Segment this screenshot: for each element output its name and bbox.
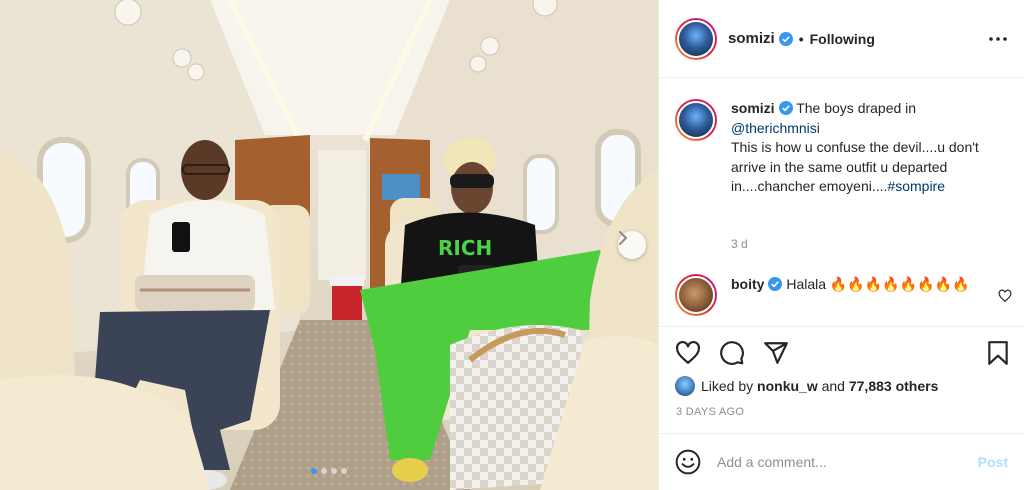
caption-body: somizi The boys draped in @therichmnisi … — [731, 99, 991, 197]
heart-icon[interactable] — [675, 340, 701, 366]
post-details-panel: somizi • Following somizi The boys drape… — [658, 0, 1024, 490]
post-date[interactable]: 3 DAYS AGO — [676, 406, 744, 418]
commenter-username[interactable]: boity — [731, 276, 764, 292]
share-icon[interactable] — [763, 340, 789, 366]
following-button[interactable]: Following — [810, 31, 875, 47]
carousel-indicator — [0, 468, 658, 474]
comment-like-heart-icon[interactable] — [998, 289, 1012, 303]
carousel-dot-2 — [321, 468, 327, 474]
liked-by-username[interactable]: nonku_w — [757, 378, 818, 394]
liked-by-avatar[interactable] — [675, 376, 695, 396]
add-comment-bar: Post — [659, 433, 1024, 490]
author-username[interactable]: somizi — [728, 30, 775, 47]
bookmark-icon[interactable] — [985, 340, 1011, 366]
author-avatar[interactable] — [675, 17, 717, 60]
caption-author-username[interactable]: somizi — [731, 100, 775, 116]
next-arrow-icon — [618, 231, 628, 245]
comment-text: Halala 🔥🔥🔥🔥🔥🔥🔥🔥 — [786, 276, 970, 292]
comment-input[interactable] — [717, 454, 978, 470]
more-options-button[interactable] — [986, 27, 1010, 51]
commenter-avatar[interactable] — [675, 274, 717, 316]
likes-summary: Liked by nonku_w and 77,883 others — [675, 376, 938, 396]
caption-hashtag-link[interactable]: #sompire — [887, 178, 945, 194]
comment-body: boity Halala 🔥🔥🔥🔥🔥🔥🔥🔥 — [731, 274, 971, 316]
verified-badge-icon — [768, 277, 783, 291]
caption-author-avatar[interactable] — [675, 99, 717, 141]
comment-icon[interactable] — [719, 340, 745, 366]
verified-badge-icon — [778, 31, 793, 46]
caption-mention-link[interactable]: @therichmnisi — [731, 120, 820, 136]
jet-interior-illustration: RICH — [0, 0, 658, 490]
post-photo[interactable]: RICH — [0, 0, 658, 490]
actions-divider — [659, 326, 1024, 327]
comment-item: boity Halala 🔥🔥🔥🔥🔥🔥🔥🔥 — [675, 274, 1015, 316]
carousel-dot-4 — [341, 468, 347, 474]
caption-text-1: The boys draped in — [796, 100, 917, 116]
carousel-dot-3 — [331, 468, 337, 474]
post-comment-button[interactable]: Post — [978, 454, 1008, 470]
carousel-dot-1 — [311, 468, 317, 474]
post-caption: somizi The boys draped in @therichmnisi … — [675, 99, 1015, 197]
emoji-icon[interactable] — [675, 449, 701, 475]
caption-timestamp[interactable]: 3 d — [731, 237, 748, 251]
verified-badge-icon — [778, 101, 793, 115]
likes-count-link[interactable]: 77,883 others — [849, 378, 939, 394]
post-header: somizi • Following — [659, 0, 1024, 78]
shirt-graphic-text: RICH — [438, 236, 492, 260]
post-actions-bar — [675, 340, 1011, 368]
more-options-icon — [989, 37, 1007, 41]
likes-prefix: Liked by — [701, 378, 754, 394]
follow-separator: • — [798, 30, 804, 47]
likes-and: and — [821, 378, 845, 394]
carousel-next-button[interactable] — [618, 231, 646, 259]
